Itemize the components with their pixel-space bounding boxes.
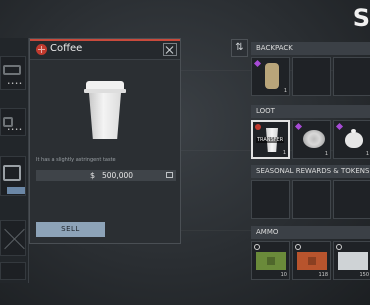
ammo-type-icon xyxy=(254,244,260,250)
price-bar: $ 500,000 xyxy=(36,170,176,181)
sell-button[interactable]: SELL xyxy=(36,222,105,237)
backpack-item-icon xyxy=(265,63,279,89)
item-price: 500,000 xyxy=(102,171,134,180)
ammo-box-white-icon xyxy=(338,252,368,270)
teapot-icon xyxy=(345,129,363,148)
weapon-icon xyxy=(3,117,13,127)
ammo-type-icon xyxy=(295,244,301,250)
header-letter: S xyxy=(352,4,370,32)
weapon-icon xyxy=(3,65,21,75)
left-slot[interactable] xyxy=(0,156,26,196)
section-title: SEASONAL REWARDS & TOKENS xyxy=(256,167,370,175)
left-slot[interactable]: •••• xyxy=(0,56,26,90)
section-title: AMMO xyxy=(256,228,279,236)
rarity-diamond-icon xyxy=(253,59,262,68)
plate-icon xyxy=(303,130,325,148)
close-button[interactable] xyxy=(163,43,177,56)
left-slot[interactable] xyxy=(0,220,26,256)
rarity-diamond-icon xyxy=(335,122,344,131)
ammo-box-red-icon xyxy=(297,252,327,270)
item-count: 118 xyxy=(318,272,328,278)
rarity-icon xyxy=(36,44,47,55)
sort-icon[interactable]: ⇅ xyxy=(231,39,248,57)
left-inventory-panel: •••• •••• xyxy=(0,38,29,283)
item-detail-modal: Coffee It has a slightly astringent tast… xyxy=(29,38,181,244)
section-title: LOOT xyxy=(256,107,275,115)
empty-slot[interactable] xyxy=(333,57,370,96)
section-title: BACKPACK xyxy=(256,44,293,52)
ammo-section: AMMO 10 118 150 xyxy=(251,226,370,286)
loot-slot-teapot[interactable]: 1 xyxy=(333,120,370,159)
section-header: LOOT xyxy=(251,105,370,118)
empty-slot-icon xyxy=(4,228,26,250)
slot-dots: •••• xyxy=(7,81,23,87)
item-title: Coffee xyxy=(50,43,83,54)
loot-slot-coffee[interactable]: TRANSFER 1 xyxy=(251,120,290,159)
empty-slot[interactable] xyxy=(251,180,290,219)
empty-slot[interactable] xyxy=(333,180,370,219)
section-header: AMMO xyxy=(251,226,370,239)
rarity-diamond-icon xyxy=(294,122,303,131)
currency-icon: $ xyxy=(90,171,96,180)
seasonal-section: SEASONAL REWARDS & TOKENS xyxy=(251,165,370,220)
loot-slot-plate[interactable]: 1 xyxy=(292,120,331,159)
rarity-dot-icon xyxy=(255,124,261,130)
ammo-slot[interactable]: 10 xyxy=(251,241,290,280)
equipped-tag xyxy=(7,187,25,194)
loot-section: LOOT TRANSFER 1 1 1 xyxy=(251,105,370,162)
ammo-slot[interactable]: 118 xyxy=(292,241,331,280)
ammo-type-icon xyxy=(336,244,342,250)
backpack-section: BACKPACK 1 xyxy=(251,42,370,99)
item-count: 150 xyxy=(359,272,369,278)
modal-header: Coffee xyxy=(30,41,180,60)
item-count: 10 xyxy=(280,272,287,278)
section-header: SEASONAL REWARDS & TOKENS xyxy=(251,165,370,178)
item-count: 1 xyxy=(324,151,328,157)
item-description: It has a slightly astringent taste xyxy=(36,157,116,163)
empty-slot[interactable] xyxy=(292,180,331,219)
ammo-slot[interactable]: 150 xyxy=(333,241,370,280)
coffee-cup-image xyxy=(84,81,126,141)
section-header: BACKPACK xyxy=(251,42,370,55)
item-count: 1 xyxy=(283,88,287,94)
backpack-slot[interactable]: 1 xyxy=(251,57,290,96)
item-count: 1 xyxy=(282,150,286,156)
ammo-box-green-icon xyxy=(256,252,286,270)
left-slot[interactable] xyxy=(0,262,26,280)
stack-icon xyxy=(166,172,173,178)
empty-slot[interactable] xyxy=(292,57,331,96)
left-slot[interactable]: •••• xyxy=(0,108,26,136)
case-icon xyxy=(3,165,21,181)
transfer-tag: TRANSFER xyxy=(256,137,285,143)
item-count: 1 xyxy=(365,151,369,157)
slot-dots: •••• xyxy=(7,127,23,133)
